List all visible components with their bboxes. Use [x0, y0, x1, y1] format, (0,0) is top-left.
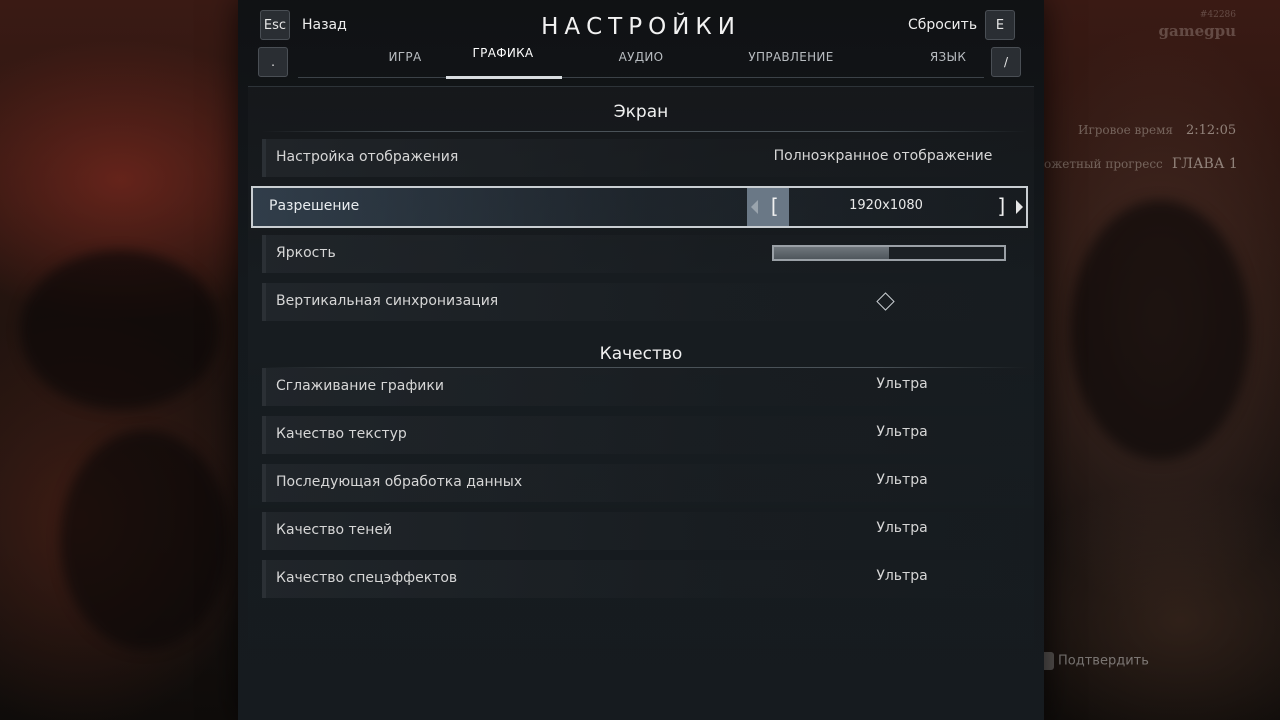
setting-vsync[interactable]: Вертикальная синхронизация	[262, 283, 1028, 321]
setting-value: Полноэкранное отображение	[773, 148, 993, 164]
reset-key-hint[interactable]: E	[985, 10, 1015, 40]
tab-language[interactable]: ЯЗЫК	[878, 50, 1018, 64]
section-title-quality: Качество	[599, 344, 683, 364]
tab-bar: ИГРА ГРАФИКА АУДИО УПРАВЛЕНИЕ ЯЗЫК	[298, 46, 984, 79]
background-shape	[20, 250, 220, 410]
setting-label: Качество спецэффектов	[276, 570, 458, 586]
setting-brightness[interactable]: Яркость	[262, 235, 1028, 273]
background-shape	[60, 430, 230, 650]
brightness-slider-fill	[774, 247, 889, 259]
setting-value: Ультра	[876, 376, 928, 392]
tab-controls[interactable]: УПРАВЛЕНИЕ	[716, 50, 866, 64]
setting-value: Ультра	[876, 520, 928, 536]
setting-label: Качество текстур	[276, 426, 407, 442]
setting-texture-quality[interactable]: Качество текстур Ультра	[262, 416, 1028, 454]
setting-value: Ультра	[876, 472, 928, 488]
setting-label: Сглаживание графики	[276, 378, 444, 394]
resolution-value: 1920x1080	[849, 198, 923, 213]
setting-value: Ультра	[876, 568, 928, 584]
watermark: #42286 gamegpu	[1158, 10, 1236, 40]
watermark-number: #42286	[1199, 10, 1236, 20]
progress-label: ожетный прогресс	[1044, 157, 1163, 171]
tab-game[interactable]: ИГРА	[360, 50, 450, 64]
prev-tab-key[interactable]: .	[258, 47, 288, 77]
brightness-slider[interactable]	[772, 245, 1006, 261]
watermark-name: gamegpu	[1158, 22, 1236, 40]
setting-label: Качество теней	[276, 522, 393, 538]
setting-label: Разрешение	[269, 198, 360, 214]
play-time-label: Игровое время	[1078, 123, 1173, 137]
confirm-label: Подтвердить	[1058, 653, 1149, 669]
setting-label: Последующая обработка данных	[276, 474, 523, 490]
arrow-right-icon[interactable]	[1016, 200, 1023, 214]
reset-button[interactable]: Сбросить	[908, 17, 977, 33]
tab-graphics[interactable]: ГРАФИКА	[448, 46, 558, 60]
tab-audio[interactable]: АУДИО	[586, 50, 696, 64]
setting-label: Яркость	[276, 245, 336, 261]
tab-graphics-underline	[446, 76, 562, 79]
vsync-checkbox[interactable]	[876, 292, 895, 311]
confirm-key-icon	[1044, 652, 1054, 670]
setting-shadow-quality[interactable]: Качество теней Ультра	[262, 512, 1028, 550]
setting-label: Настройка отображения	[276, 149, 459, 165]
bracket-left-icon: [	[768, 194, 781, 218]
setting-value: Ультра	[876, 424, 928, 440]
bracket-right-icon: ]	[996, 194, 1009, 218]
play-time-value: 2:12:05	[1186, 123, 1237, 138]
setting-antialiasing[interactable]: Сглаживание графики Ультра	[262, 368, 1028, 406]
setting-resolution[interactable]: Разрешение [ 1920x1080 ]	[251, 186, 1028, 228]
section-title-screen: Экран	[613, 102, 669, 122]
confirm-hint[interactable]: Подтвердить	[1044, 652, 1149, 670]
section-divider	[262, 131, 1028, 132]
progress-value: ГЛАВА 1	[1172, 156, 1238, 172]
setting-display-mode[interactable]: Настройка отображения Полноэкранное отоб…	[262, 139, 1028, 177]
arrow-left-icon[interactable]	[751, 200, 758, 214]
setting-effects-quality[interactable]: Качество спецэффектов Ультра	[262, 560, 1028, 598]
background-shape	[1070, 200, 1250, 460]
setting-post-processing[interactable]: Последующая обработка данных Ультра	[262, 464, 1028, 502]
setting-label: Вертикальная синхронизация	[276, 293, 499, 309]
